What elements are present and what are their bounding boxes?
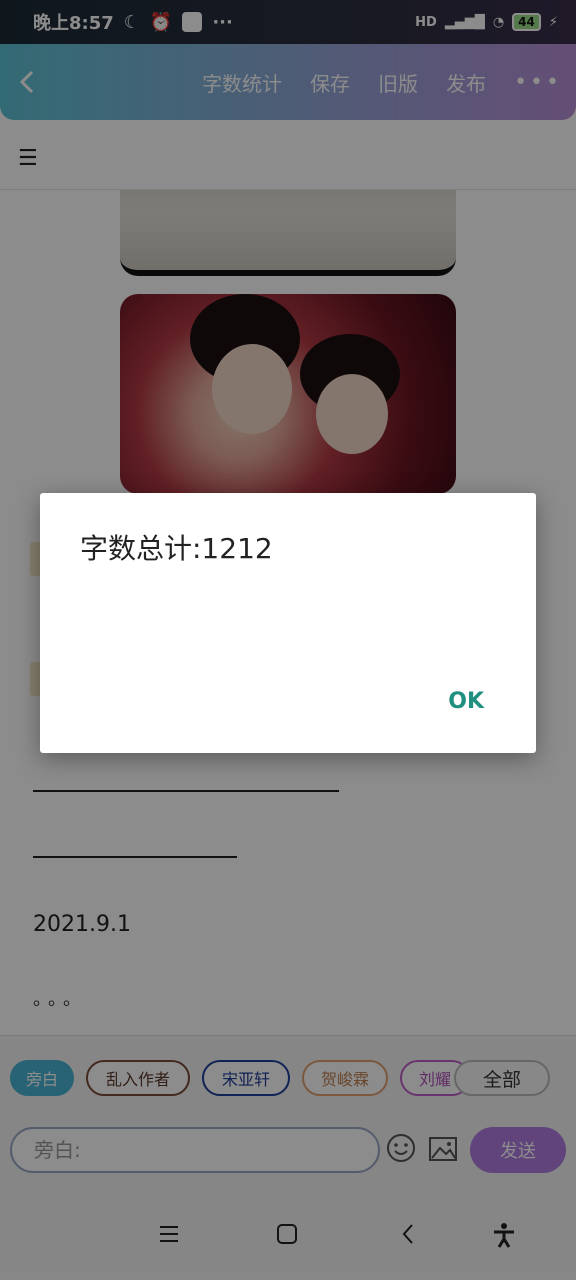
word-count-dialog: 字数总计:1212 OK [40,493,536,753]
dialog-title: 字数总计:1212 [80,532,273,565]
ok-button[interactable]: OK [448,689,484,714]
